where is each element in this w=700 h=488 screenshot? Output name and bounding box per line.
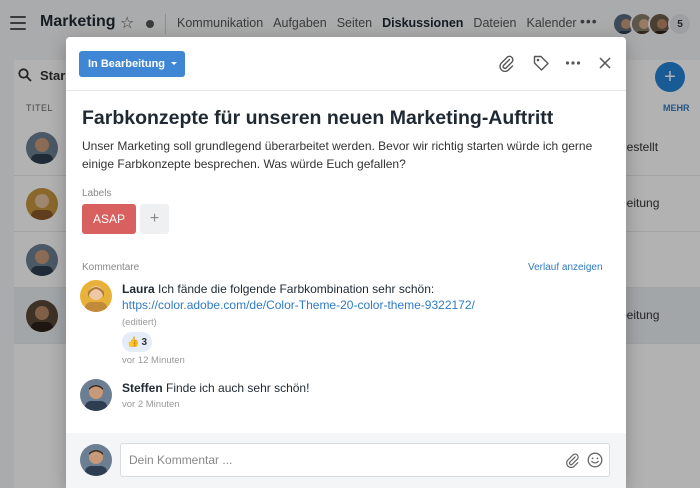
comment-author: Laura: [122, 282, 155, 296]
close-icon[interactable]: [596, 54, 614, 72]
comment-author: Steffen: [122, 381, 163, 395]
paperclip-icon[interactable]: [497, 54, 515, 72]
emoji-icon[interactable]: [587, 452, 603, 468]
avatar: [80, 444, 112, 476]
comment-text: Laura Ich fände die folgende Farbkombina…: [122, 282, 434, 296]
tag-icon[interactable]: [532, 54, 550, 72]
comment-body: Ich fände die folgende Farbkombination s…: [158, 282, 435, 296]
discussion-title: Farbkonzepte für unseren neuen Marketing…: [82, 107, 554, 129]
label-asap[interactable]: ASAP: [82, 204, 136, 234]
reaction-badge[interactable]: 👍 3: [122, 332, 153, 352]
comment-composer: [66, 433, 626, 488]
modal-header: In Bearbeitung: [66, 37, 626, 91]
comment-time: vor 12 Minuten: [122, 355, 185, 366]
show-history-link[interactable]: Verlauf anzeigen: [528, 262, 603, 273]
thumbs-up-icon: 👍: [127, 336, 140, 348]
discussion-modal: In Bearbeitung Farbkonzepte für unseren …: [66, 37, 626, 488]
chevron-down-icon: [171, 62, 178, 65]
comment-body: Finde ich auch sehr schön!: [166, 381, 310, 395]
comment-input[interactable]: [120, 443, 610, 477]
discussion-description: Unser Marketing soll grundlegend überarb…: [82, 139, 593, 171]
comment-time: vor 2 Minuten: [122, 399, 180, 410]
reaction-count: 3: [141, 336, 148, 348]
edited-marker: (editiert): [122, 317, 157, 328]
avatar: [80, 280, 112, 312]
status-dropdown-button[interactable]: In Bearbeitung: [79, 51, 186, 77]
comments-heading: Kommentare: [82, 262, 140, 273]
comment-text: Steffen Finde ich auch sehr schön!: [122, 381, 309, 395]
add-label-button[interactable]: +: [140, 204, 169, 234]
labels-heading: Labels: [82, 188, 112, 199]
comment-link[interactable]: https://color.adobe.com/de/Color-Theme-2…: [122, 298, 475, 312]
paperclip-icon[interactable]: [564, 452, 580, 468]
status-label: In Bearbeitung: [88, 58, 166, 70]
more-icon[interactable]: [564, 54, 582, 72]
avatar: [80, 379, 112, 411]
